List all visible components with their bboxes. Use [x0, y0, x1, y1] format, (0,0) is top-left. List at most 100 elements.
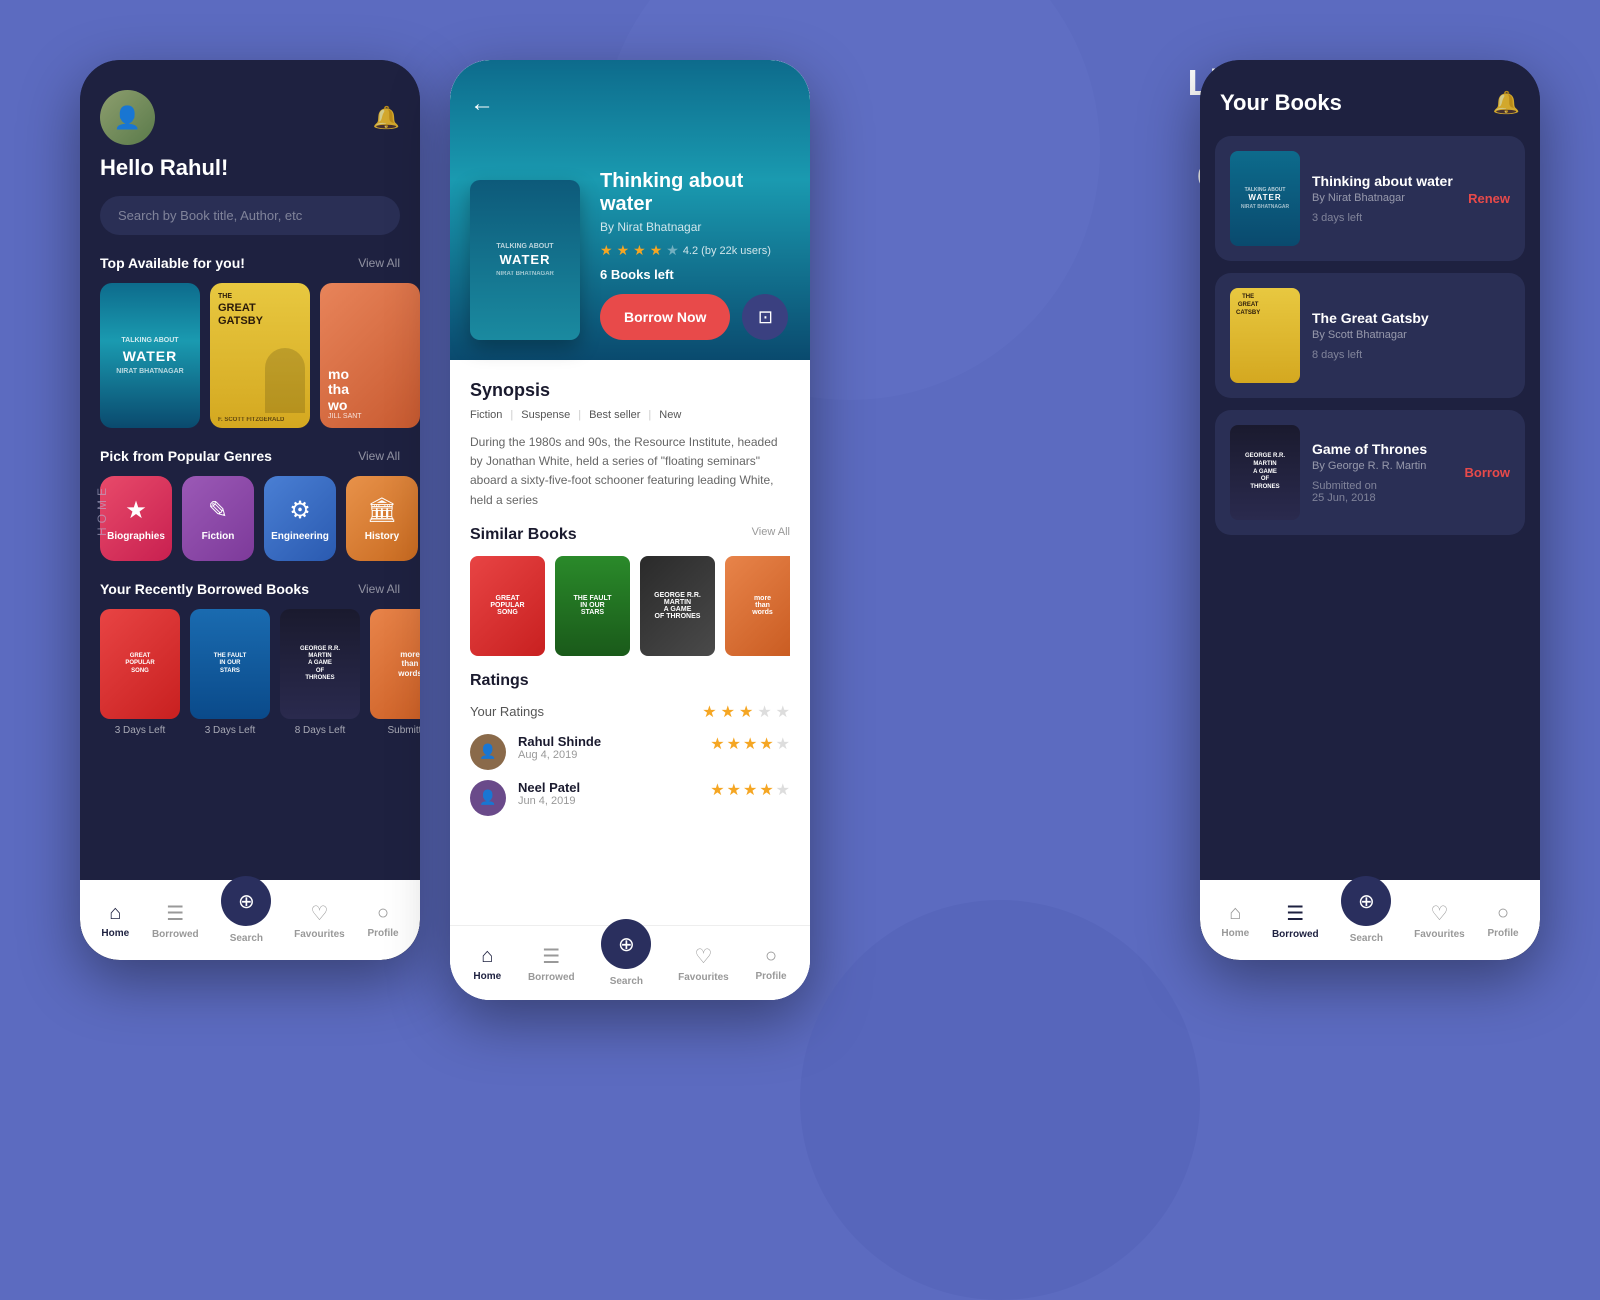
similar-header: Similar Books View All: [470, 526, 790, 544]
bottom-nav-1: ⌂ Home ☰ Borrowed ⊕ Search ♡ Favourites …: [80, 880, 420, 960]
view-all-genres[interactable]: View All: [358, 449, 400, 463]
sim-book-1[interactable]: GREATPOPULARSONG: [470, 556, 545, 656]
sim-book-4[interactable]: morethanwords: [725, 556, 790, 656]
home3-icon: ⌂: [1229, 902, 1241, 925]
recent-books-row: GREATPOPULARSONG 3 Days Left THE FAULTIN…: [80, 609, 420, 746]
rating-stars: ★★★★★ 4.2 (by 22k users): [600, 242, 790, 259]
reviewer-avatar-1: 👤: [470, 734, 506, 770]
search3-button[interactable]: ⊕: [1341, 876, 1391, 926]
book-display: TALKING ABOUT WATER NIRAT BHATNAGAR Thin…: [450, 170, 810, 360]
nav3-profile[interactable]: ○ Profile: [1487, 902, 1518, 939]
nav3-home[interactable]: ⌂ Home: [1221, 902, 1249, 939]
ratings-section: Ratings Your Ratings ★★★★★ 👤 Rahul Shind…: [470, 672, 790, 816]
recent-item-4: morethanwords Submitted: [370, 609, 420, 736]
top-books-row: TALKING ABOUT WATER NIRAT BHATNAGAR THE …: [80, 283, 420, 448]
book-fault-stars[interactable]: THE FAULTIN OURSTARS: [190, 609, 270, 719]
favourites2-icon: ♡: [694, 944, 712, 969]
phone1-side-label: HOME: [95, 484, 109, 536]
bell-icon[interactable]: 🔔: [373, 105, 400, 131]
nav-favourites[interactable]: ♡ Favourites: [294, 901, 345, 940]
book-gatsby[interactable]: THE GREATGATSBY F. SCOTT FITZGERALD: [210, 283, 310, 428]
fiction-icon: ✎: [208, 496, 228, 525]
bookmark-icon: ⊡: [758, 307, 773, 328]
similar-view-all[interactable]: View All: [752, 526, 790, 544]
your-rating-stars[interactable]: ★★★★★: [702, 702, 790, 722]
home2-icon: ⌂: [481, 945, 493, 968]
bookmark-button[interactable]: ⊡: [742, 294, 788, 340]
reviewer-stars-1: ★★★★★: [710, 734, 790, 754]
borrowed-card-3: GEORGE R.R.MARTINA GAMEOFTHRONES Game of…: [1215, 410, 1525, 535]
recent-item-1: GREATPOPULARSONG 3 Days Left: [100, 609, 180, 736]
borrowed-card-1: TALKING ABOUT WATER NIRAT BHATNAGAR Thin…: [1215, 136, 1525, 261]
reviewer-stars-2: ★★★★★: [710, 780, 790, 800]
search2-button[interactable]: ⊕: [601, 919, 651, 969]
recent-item-3: GEORGE R.R.MARTINA GAMEOFTHRONES 8 Days …: [280, 609, 360, 736]
back-button[interactable]: ←: [470, 90, 494, 118]
profile2-icon: ○: [765, 945, 777, 968]
book-game-of-thrones[interactable]: GEORGE R.R.MARTINA GAMEOFTHRONES: [280, 609, 360, 719]
your-ratings: Your Ratings ★★★★★: [470, 702, 790, 722]
sim-book-2[interactable]: THE FAULTIN OURSTARS: [555, 556, 630, 656]
bottom-nav-3: ⌂ Home ☰ Borrowed ⊕ Search ♡ Favourites …: [1200, 880, 1540, 960]
review-1: 👤 Rahul Shinde Aug 4, 2019 ★★★★★: [470, 734, 790, 770]
book-more-than-words[interactable]: mothawo JILL SANT: [320, 283, 420, 428]
review-2: 👤 Neel Patel Jun 4, 2019 ★★★★★: [470, 780, 790, 816]
top-available-header: Top Available for you! View All: [80, 255, 420, 283]
nav-search[interactable]: ⊕ Search: [221, 896, 271, 944]
borrowed3-icon: ☰: [1286, 901, 1304, 926]
nav2-profile[interactable]: ○ Profile: [755, 945, 786, 982]
view-all-recent[interactable]: View All: [358, 582, 400, 596]
nav2-borrowed[interactable]: ☰ Borrowed: [528, 944, 575, 983]
nav-home[interactable]: ⌂ Home: [101, 902, 129, 939]
genre-biographies[interactable]: ★ Biographies: [100, 476, 172, 561]
phone3-header: Your Books 🔔: [1200, 60, 1540, 136]
renew-button[interactable]: Renew: [1468, 191, 1510, 206]
genre-engineering[interactable]: ⚙ Engineering: [264, 476, 336, 561]
book-great-popular[interactable]: GREATPOPULARSONG: [100, 609, 180, 719]
book-content: Synopsis Fiction | Suspense | Best selle…: [450, 360, 810, 1000]
borrowed-icon: ☰: [166, 901, 184, 926]
nav3-search[interactable]: ⊕ Search: [1341, 896, 1391, 944]
book-more-words[interactable]: morethanwords: [370, 609, 420, 719]
sim-book-3[interactable]: GEORGE R.R.MARTINA GAMEOF THRONES: [640, 556, 715, 656]
bc-cover-2: THEGREATCATSBY: [1230, 288, 1300, 383]
nav-profile[interactable]: ○ Profile: [367, 902, 398, 939]
recent-item-2: THE FAULTIN OURSTARS 3 Days Left: [190, 609, 270, 736]
favourites-icon: ♡: [310, 901, 328, 926]
nav-borrowed[interactable]: ☰ Borrowed: [152, 901, 199, 940]
nav3-favourites[interactable]: ♡ Favourites: [1414, 901, 1465, 940]
search2-icon: ⊕: [618, 932, 635, 957]
borrow-now-button[interactable]: Borrow Now: [600, 294, 730, 340]
genre-history[interactable]: 🏛 History: [346, 476, 418, 561]
genres-row: ★ Biographies ✎ Fiction ⚙ Engineering 🏛 …: [80, 476, 420, 581]
synopsis-tags: Fiction | Suspense | Best seller | New: [470, 409, 790, 421]
book-actions: Borrow Now ⊡: [600, 294, 790, 340]
search-input[interactable]: Search by Book title, Author, etc: [100, 196, 400, 235]
reviewer-avatar-2: 👤: [470, 780, 506, 816]
search3-icon: ⊕: [1358, 889, 1375, 914]
bell3-icon[interactable]: 🔔: [1493, 90, 1520, 116]
reviewer-info-1: Rahul Shinde Aug 4, 2019: [518, 734, 698, 761]
phone3-borrowed: BORROWED BOOK Your Books 🔔 TALKING ABOUT…: [1200, 60, 1540, 960]
nav2-home[interactable]: ⌂ Home: [473, 945, 501, 982]
biographies-icon: ★: [125, 496, 147, 525]
profile-icon: ○: [377, 902, 389, 925]
nav2-search[interactable]: ⊕ Search: [601, 939, 651, 987]
phone1-header: 👤 🔔: [80, 60, 420, 155]
phone2-description: BOOK DESCRIPTION ← TALKING ABOUT WATER N…: [450, 60, 810, 1000]
view-all-top[interactable]: View All: [358, 256, 400, 270]
borrow-button[interactable]: Borrow: [1465, 465, 1511, 480]
nav2-favourites[interactable]: ♡ Favourites: [678, 944, 729, 983]
recent-header: Your Recently Borrowed Books View All: [80, 581, 420, 609]
search-button[interactable]: ⊕: [221, 876, 271, 926]
favourites3-icon: ♡: [1430, 901, 1448, 926]
similar-books-row: GREATPOPULARSONG THE FAULTIN OURSTARS GE…: [470, 556, 790, 656]
reviewer-info-2: Neel Patel Jun 4, 2019: [518, 780, 698, 807]
bc-cover-1: TALKING ABOUT WATER NIRAT BHATNAGAR: [1230, 151, 1300, 246]
engineering-icon: ⚙: [289, 496, 311, 525]
nav3-borrowed[interactable]: ☰ Borrowed: [1272, 901, 1319, 940]
genre-fiction[interactable]: ✎ Fiction: [182, 476, 254, 561]
book-water[interactable]: TALKING ABOUT WATER NIRAT BHATNAGAR: [100, 283, 200, 428]
greeting: Hello Rahul!: [80, 155, 420, 196]
bc-info-2: The Great Gatsby By Scott Bhatnagar 8 da…: [1312, 310, 1510, 361]
